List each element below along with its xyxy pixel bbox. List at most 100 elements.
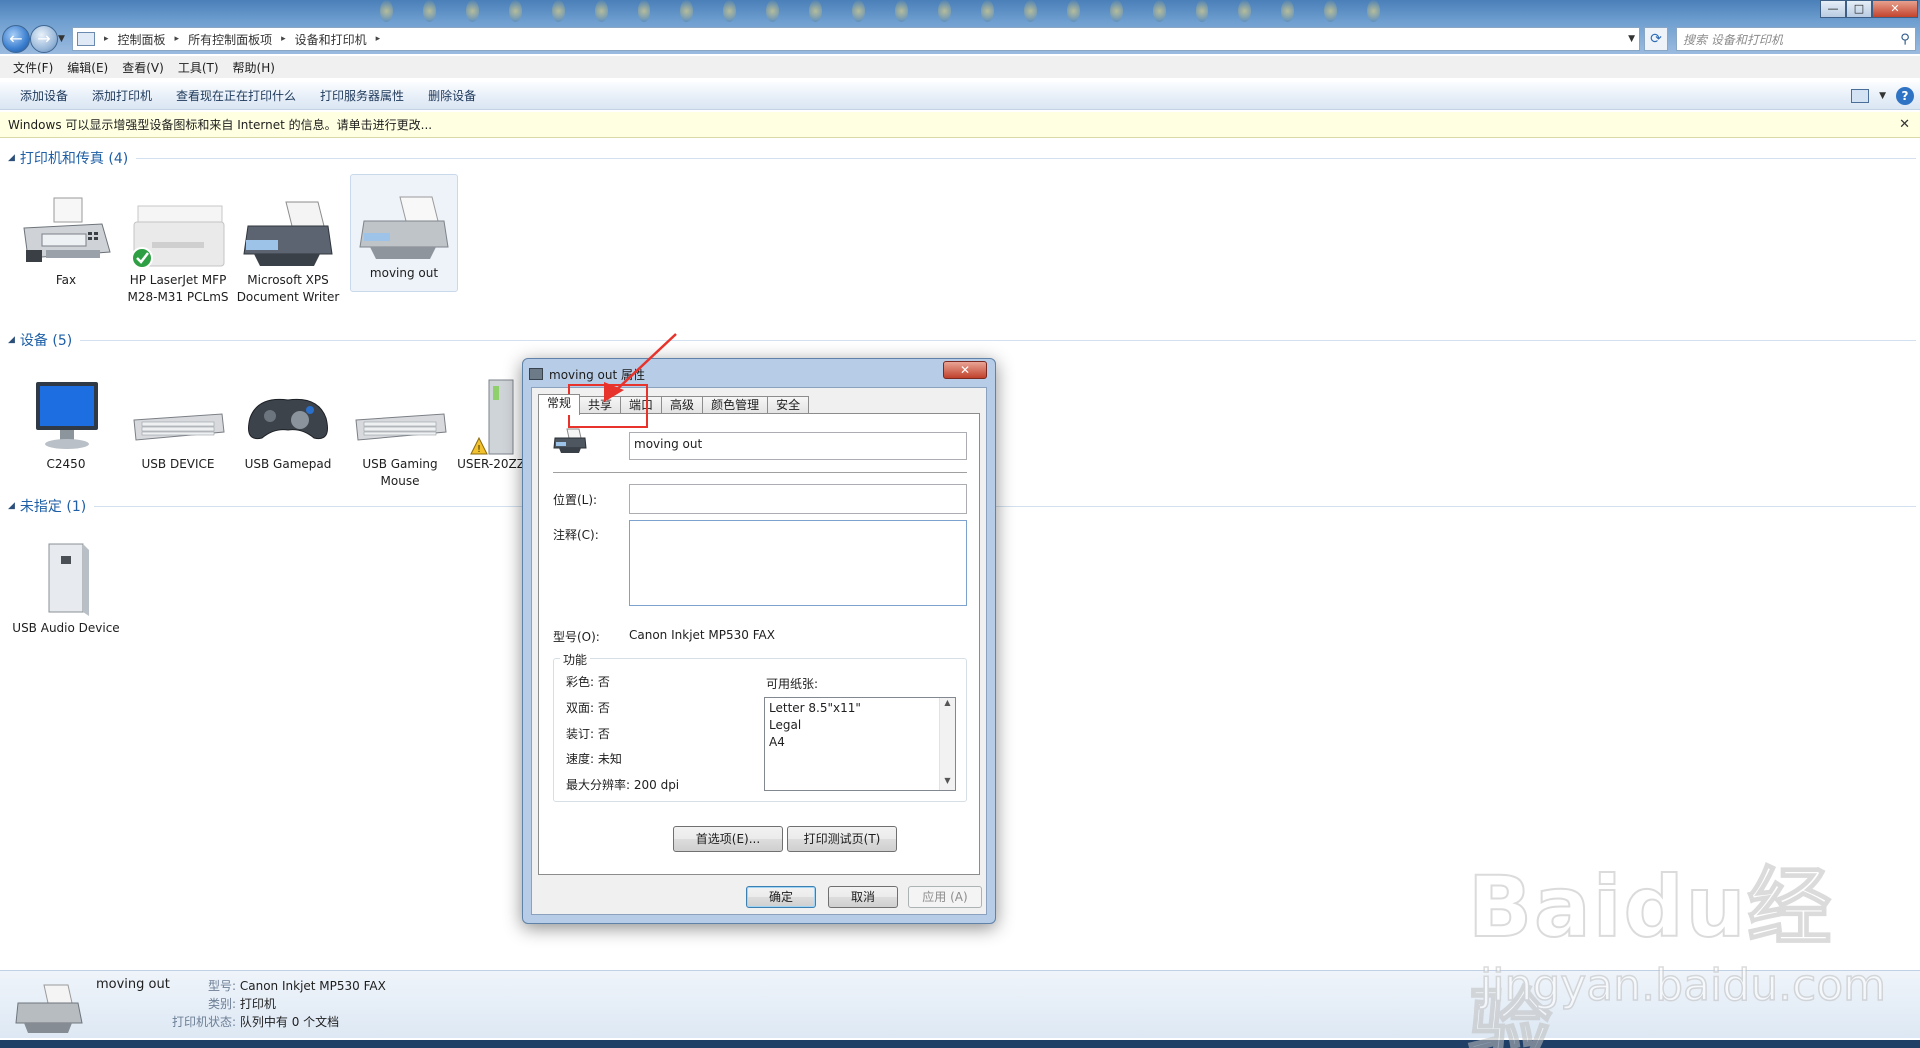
menu-file[interactable]: 文件(F) xyxy=(6,59,60,76)
dialog-body: 常规 共享 端口 高级 颜色管理 安全 moving out 位置(L): 注释… xyxy=(531,387,987,915)
device-xps-writer[interactable]: Microsoft XPS Document Writer xyxy=(234,196,342,306)
device-label: HP LaserJet MFP M28-M31 PCLmS xyxy=(127,273,229,304)
printer-icon xyxy=(553,428,587,453)
monitor-icon xyxy=(36,382,98,449)
comment-field[interactable] xyxy=(629,520,967,606)
fax-icon xyxy=(23,197,111,262)
device-moving-out[interactable]: moving out xyxy=(350,174,458,292)
location-field[interactable] xyxy=(629,484,967,514)
chevron-right-icon[interactable]: ▸ xyxy=(371,34,386,44)
device-label: USB DEVICE xyxy=(141,457,215,471)
printer-name-field[interactable]: moving out xyxy=(629,432,967,460)
watermark-logo: Baidu经验 xyxy=(1467,857,1834,1048)
collapse-triangle-icon[interactable]: ◢ xyxy=(8,335,15,345)
paper-item[interactable]: A4 xyxy=(765,734,955,751)
background-desktop-icons xyxy=(380,0,1381,24)
see-whats-printing-button[interactable]: 查看现在正在打印什么 xyxy=(164,87,308,104)
laser-printer-icon xyxy=(131,205,225,269)
scroll-up-icon[interactable]: ▲ xyxy=(940,698,955,712)
printer-icon xyxy=(243,201,333,266)
device-hp-laserjet[interactable]: HP LaserJet MFP M28-M31 PCLmS xyxy=(124,196,232,306)
audio-device-icon xyxy=(48,543,89,616)
detail-value: Canon Inkjet MP530 FAX xyxy=(239,979,386,993)
device-user-20zz[interactable]: ! USER-20ZZ xyxy=(456,376,526,473)
address-bar[interactable]: ▸ 控制面板 ▸ 所有控制面板项 ▸ 设备和打印机 ▸ ▼ xyxy=(72,27,1640,51)
chevron-right-icon[interactable]: ▸ xyxy=(170,34,185,44)
svg-text:!: ! xyxy=(477,444,481,455)
breadcrumb-control-panel[interactable]: 控制面板 xyxy=(114,31,170,48)
device-label: USB Gamepad xyxy=(244,457,332,471)
detail-label: 打印机状态: xyxy=(172,1015,237,1029)
add-device-button[interactable]: 添加设备 xyxy=(8,87,80,104)
paper-item[interactable]: Legal xyxy=(765,717,955,734)
breadcrumb-devices-printers[interactable]: 设备和打印机 xyxy=(291,31,371,48)
recent-pages-dropdown[interactable]: ▼ xyxy=(58,34,65,44)
menu-help[interactable]: 帮助(H) xyxy=(226,59,282,76)
change-view-icon[interactable] xyxy=(1851,88,1870,103)
menu-tools[interactable]: 工具(T) xyxy=(171,59,226,76)
collapse-triangle-icon[interactable]: ◢ xyxy=(8,153,15,163)
collapse-triangle-icon[interactable]: ◢ xyxy=(8,501,15,511)
forward-button[interactable]: → xyxy=(30,25,58,53)
device-usb-audio[interactable]: USB Audio Device xyxy=(12,538,120,637)
search-icon[interactable]: ⚲ xyxy=(1895,32,1915,47)
dialog-close-button[interactable]: ✕ xyxy=(943,361,987,379)
chevron-right-icon[interactable]: ▸ xyxy=(276,34,291,44)
cancel-button[interactable]: 取消 xyxy=(828,886,898,908)
info-bar[interactable]: Windows 可以显示增强型设备图标和来自 Internet 的信息。请单击进… xyxy=(0,112,1920,138)
detail-value: 队列中有 0 个文档 xyxy=(239,1015,340,1029)
add-printer-button[interactable]: 添加打印机 xyxy=(80,87,164,104)
command-bar: 添加设备 添加打印机 查看现在正在打印什么 打印服务器属性 删除设备 ▼ ? xyxy=(0,82,1920,110)
detail-category: 类别: 打印机 xyxy=(208,995,276,1012)
remove-device-button[interactable]: 删除设备 xyxy=(416,87,488,104)
menu-view[interactable]: 查看(V) xyxy=(115,59,171,76)
device-usb-gaming-mouse[interactable]: USB Gaming Mouse xyxy=(346,376,454,490)
print-test-page-button[interactable]: 打印测试页(T) xyxy=(787,826,897,852)
breadcrumb-all-items[interactable]: 所有控制面板项 xyxy=(184,31,276,48)
tab-security[interactable]: 安全 xyxy=(767,396,810,414)
ok-button[interactable]: 确定 xyxy=(746,886,816,908)
tab-color-management[interactable]: 颜色管理 xyxy=(702,396,769,414)
paper-item[interactable]: Letter 8.5"x11" xyxy=(765,700,955,717)
search-box[interactable]: 搜索 设备和打印机 ⚲ xyxy=(1676,27,1916,51)
back-button[interactable]: ← xyxy=(2,25,30,53)
maximize-button[interactable]: □ xyxy=(1846,0,1872,18)
info-bar-text[interactable]: Windows 可以显示增强型设备图标和来自 Internet 的信息。请单击进… xyxy=(8,116,432,133)
scrollbar[interactable]: ▲ ▼ xyxy=(939,698,955,790)
dialog-title: moving out 属性 xyxy=(549,367,645,382)
device-c2450[interactable]: C2450 xyxy=(12,376,120,473)
device-usb-device[interactable]: USB DEVICE xyxy=(124,376,232,473)
refresh-button[interactable]: ⟳ xyxy=(1644,27,1668,51)
general-tab-panel: moving out 位置(L): 注释(C): 型号(O): Canon In… xyxy=(538,413,980,875)
group-header-devices[interactable]: ◢ 设备 (5) xyxy=(0,330,1920,350)
tab-strip: 常规 共享 端口 高级 颜色管理 安全 xyxy=(538,394,810,415)
preferences-button[interactable]: 首选项(E)... xyxy=(673,826,783,852)
menu-edit[interactable]: 编辑(E) xyxy=(60,59,115,76)
close-window-button[interactable]: ✕ xyxy=(1872,0,1918,18)
device-usb-gamepad[interactable]: USB Gamepad xyxy=(234,376,342,473)
paper-list[interactable]: Letter 8.5"x11" Legal A4 ▲ ▼ xyxy=(764,697,956,791)
chevron-right-icon[interactable]: ▸ xyxy=(99,34,114,44)
device-label: moving out xyxy=(369,266,439,280)
minimize-button[interactable]: — xyxy=(1820,0,1846,18)
dialog-title-bar[interactable]: moving out 属性 xyxy=(529,363,645,385)
scroll-down-icon[interactable]: ▼ xyxy=(940,776,955,790)
watermark-url: jingyan.baidu.com xyxy=(1479,959,1887,1012)
view-options-dropdown[interactable]: ▼ xyxy=(1879,91,1886,101)
divider xyxy=(136,157,1916,159)
group-header-printers[interactable]: ◢ 打印机和传真 (4) xyxy=(0,148,1920,168)
title-bar: — □ ✕ ← → ▼ ▸ 控制面板 ▸ 所有控制面板项 ▸ 设备和打印机 ▸ … xyxy=(0,0,1920,54)
device-label: USER-20ZZ xyxy=(457,457,525,471)
help-icon[interactable]: ? xyxy=(1896,86,1914,105)
tab-general[interactable]: 常规 xyxy=(538,394,581,415)
apply-button[interactable]: 应用 (A) xyxy=(908,886,982,908)
address-dropdown[interactable]: ▼ xyxy=(1628,34,1639,44)
device-fax[interactable]: Fax xyxy=(12,196,120,289)
close-icon[interactable]: ✕ xyxy=(1899,117,1920,132)
tab-advanced[interactable]: 高级 xyxy=(661,396,704,414)
model-value: Canon Inkjet MP530 FAX xyxy=(629,628,775,642)
search-input[interactable]: 搜索 设备和打印机 xyxy=(1677,31,1895,48)
device-label: Fax xyxy=(55,273,77,287)
print-server-properties-button[interactable]: 打印服务器属性 xyxy=(308,87,416,104)
divider xyxy=(94,505,1916,507)
